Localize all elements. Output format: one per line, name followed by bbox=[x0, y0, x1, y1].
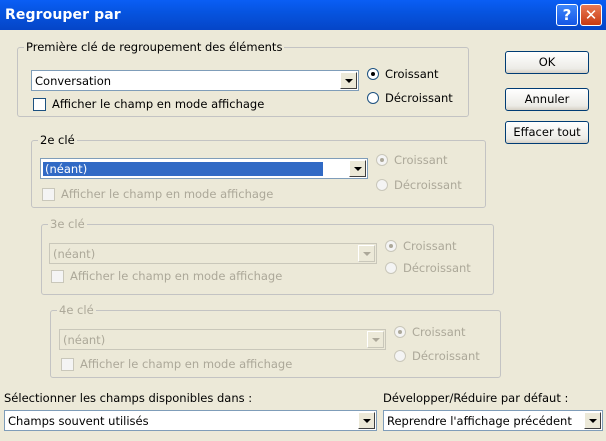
expand-collapse-label: Développer/Réduire par défaut : bbox=[383, 391, 569, 405]
cancel-button[interactable]: Annuler bbox=[505, 88, 589, 111]
radio-selected-icon[interactable] bbox=[367, 68, 379, 80]
key2-show-field-label: Afficher le champ en mode affichage bbox=[61, 187, 274, 201]
chevron-down-icon[interactable] bbox=[584, 412, 601, 429]
key2-show-field-checkbox[interactable]: Afficher le champ en mode affichage bbox=[42, 187, 273, 201]
chevron-down-icon[interactable] bbox=[358, 412, 375, 429]
key2-descending-label: Décroissant bbox=[394, 178, 462, 192]
key3-descending-radio[interactable]: Décroissant bbox=[385, 261, 471, 275]
key4-show-field-checkbox[interactable]: Afficher le champ en mode affichage bbox=[61, 357, 292, 371]
help-button[interactable]: ? bbox=[556, 4, 578, 26]
key3-descending-label: Décroissant bbox=[403, 261, 471, 275]
key3-field-select[interactable]: (néant) bbox=[49, 243, 377, 264]
key4-field-select[interactable]: (néant) bbox=[59, 329, 386, 350]
key2-field-value: (néant) bbox=[43, 162, 323, 176]
radio-selected-icon[interactable] bbox=[385, 240, 397, 252]
close-button[interactable]: ✕ bbox=[580, 4, 602, 26]
key3-field-value: (néant) bbox=[53, 247, 96, 261]
key1-ascending-label: Croissant bbox=[385, 67, 439, 81]
key1-descending-label: Décroissant bbox=[385, 91, 453, 105]
radio-selected-icon[interactable] bbox=[376, 154, 388, 166]
key4-field-value: (néant) bbox=[63, 333, 106, 347]
key4-ascending-label: Croissant bbox=[412, 325, 466, 339]
key2-ascending-label: Croissant bbox=[394, 153, 448, 167]
key4-show-field-label: Afficher le champ en mode affichage bbox=[80, 357, 293, 371]
key2-ascending-radio[interactable]: Croissant bbox=[376, 153, 448, 167]
key4-legend: 4e clé bbox=[57, 303, 96, 317]
expand-collapse-select[interactable]: Reprendre l'affichage précédent bbox=[383, 410, 603, 431]
key1-ascending-radio[interactable]: Croissant bbox=[367, 67, 439, 81]
key2-legend: 2e clé bbox=[38, 133, 77, 147]
expand-collapse-value: Reprendre l'affichage précédent bbox=[387, 414, 572, 428]
radio-icon[interactable] bbox=[385, 262, 397, 274]
checkbox-box[interactable] bbox=[33, 97, 46, 111]
key3-show-field-label: Afficher le champ en mode affichage bbox=[70, 269, 283, 283]
key3-legend: 3e clé bbox=[48, 217, 87, 231]
checkbox-box[interactable] bbox=[61, 357, 74, 371]
key1-show-field-label: Afficher le champ en mode affichage bbox=[52, 97, 265, 111]
dialog-body: Première clé de regroupement des élément… bbox=[0, 30, 606, 441]
chevron-down-icon[interactable] bbox=[340, 72, 357, 89]
radio-icon[interactable] bbox=[376, 179, 388, 191]
key1-show-field-checkbox[interactable]: Afficher le champ en mode affichage bbox=[33, 97, 264, 111]
key1-field-select[interactable]: Conversation bbox=[31, 70, 359, 91]
chevron-down-icon[interactable] bbox=[358, 245, 375, 262]
key3-ascending-radio[interactable]: Croissant bbox=[385, 239, 457, 253]
key3-show-field-checkbox[interactable]: Afficher le champ en mode affichage bbox=[51, 269, 282, 283]
ok-button[interactable]: OK bbox=[505, 51, 589, 74]
clear-all-button[interactable]: Effacer tout bbox=[505, 121, 589, 144]
radio-icon[interactable] bbox=[367, 92, 379, 104]
chevron-down-icon[interactable] bbox=[349, 160, 366, 177]
key3-ascending-label: Croissant bbox=[403, 239, 457, 253]
key1-descending-radio[interactable]: Décroissant bbox=[367, 91, 453, 105]
key2-field-select[interactable]: (néant) bbox=[40, 158, 368, 179]
checkbox-box[interactable] bbox=[51, 269, 64, 283]
window-title: Regrouper par bbox=[5, 7, 121, 23]
key4-descending-radio[interactable]: Décroissant bbox=[394, 349, 480, 363]
key4-descending-label: Décroissant bbox=[412, 349, 480, 363]
available-fields-label: Sélectionner les champs disponibles dans… bbox=[4, 391, 253, 405]
available-fields-value: Champs souvent utilisés bbox=[8, 414, 149, 428]
key2-descending-radio[interactable]: Décroissant bbox=[376, 178, 462, 192]
radio-icon[interactable] bbox=[394, 350, 406, 362]
available-fields-select[interactable]: Champs souvent utilisés bbox=[4, 410, 377, 431]
title-bar: Regrouper par ? ✕ bbox=[0, 0, 606, 30]
key4-ascending-radio[interactable]: Croissant bbox=[394, 325, 466, 339]
key1-field-value: Conversation bbox=[35, 74, 112, 88]
checkbox-box[interactable] bbox=[42, 187, 55, 201]
key1-legend: Première clé de regroupement des élément… bbox=[24, 40, 285, 54]
radio-selected-icon[interactable] bbox=[394, 326, 406, 338]
chevron-down-icon[interactable] bbox=[367, 331, 384, 348]
